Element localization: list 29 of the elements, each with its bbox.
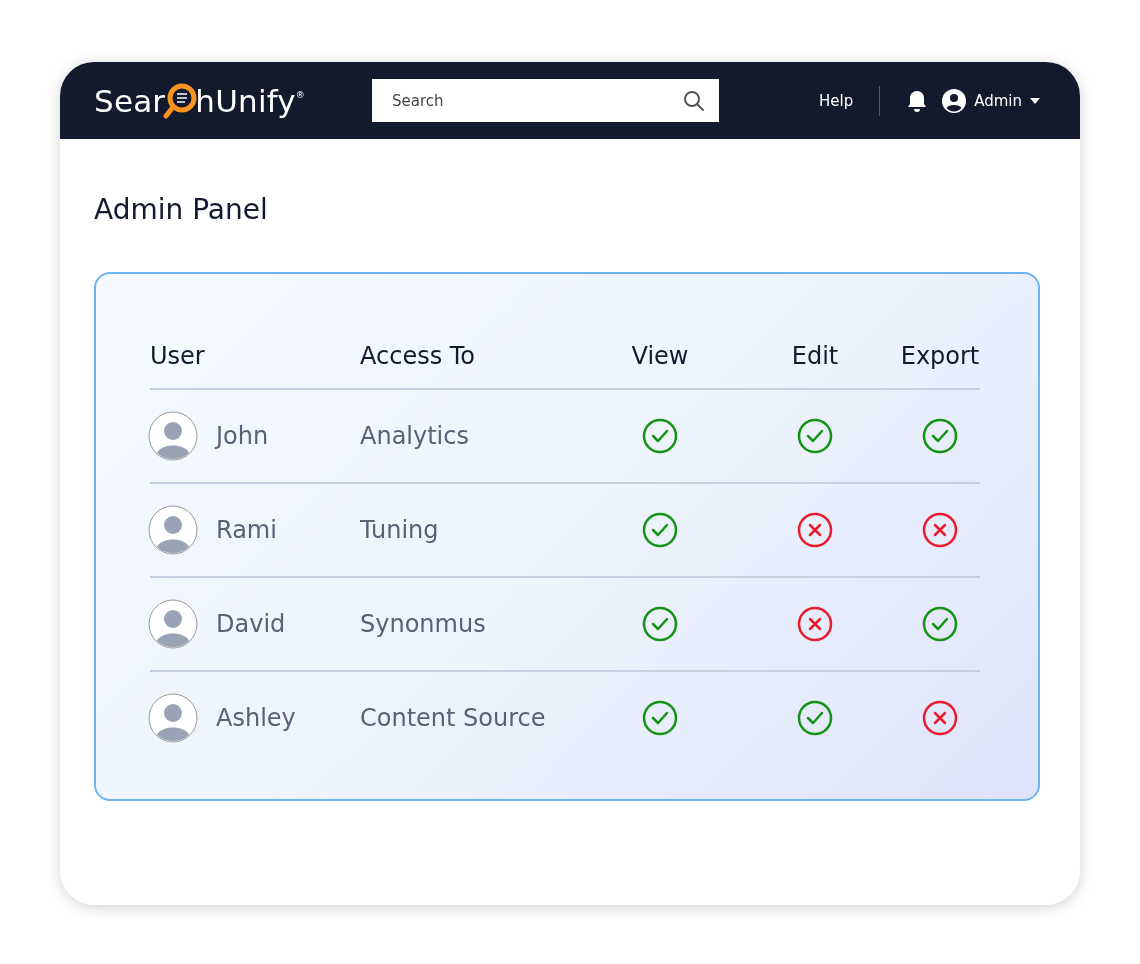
avatar-icon: [148, 693, 198, 743]
logo-text: Sear: [94, 82, 166, 119]
column-header: Access To: [360, 341, 477, 372]
access-area: Tuning: [360, 484, 590, 576]
access-area: Synonmus: [360, 578, 590, 670]
avatar-icon: [148, 505, 198, 555]
caret-icon: [1030, 97, 1040, 104]
column-header: View: [630, 341, 690, 372]
access-area: Analytics: [360, 390, 590, 482]
user-name: Rami: [216, 516, 277, 544]
bell-icon[interactable]: [906, 88, 929, 113]
help-link[interactable]: Help: [819, 91, 854, 110]
user-name: John: [216, 422, 269, 450]
user-avatar-icon: [942, 88, 967, 113]
user-name: Ashley: [216, 704, 296, 732]
column-header: Edit: [790, 341, 840, 372]
avatar-icon: [148, 599, 198, 649]
access-area: Content Source: [360, 672, 590, 764]
search-field[interactable]: Search: [372, 79, 719, 122]
user-name: David: [216, 610, 286, 638]
avatar-icon: [148, 411, 198, 461]
logo-text: hUnify: [195, 82, 296, 119]
registered-mark: ®: [295, 89, 305, 100]
column-header: User: [150, 341, 206, 372]
search-icon[interactable]: [683, 90, 705, 112]
column-header: Export: [900, 341, 980, 372]
magnifier-logo-icon: [163, 81, 198, 120]
page-title: Admin Panel: [94, 193, 269, 226]
user-menu-button[interactable]: Admin: [942, 88, 1040, 113]
